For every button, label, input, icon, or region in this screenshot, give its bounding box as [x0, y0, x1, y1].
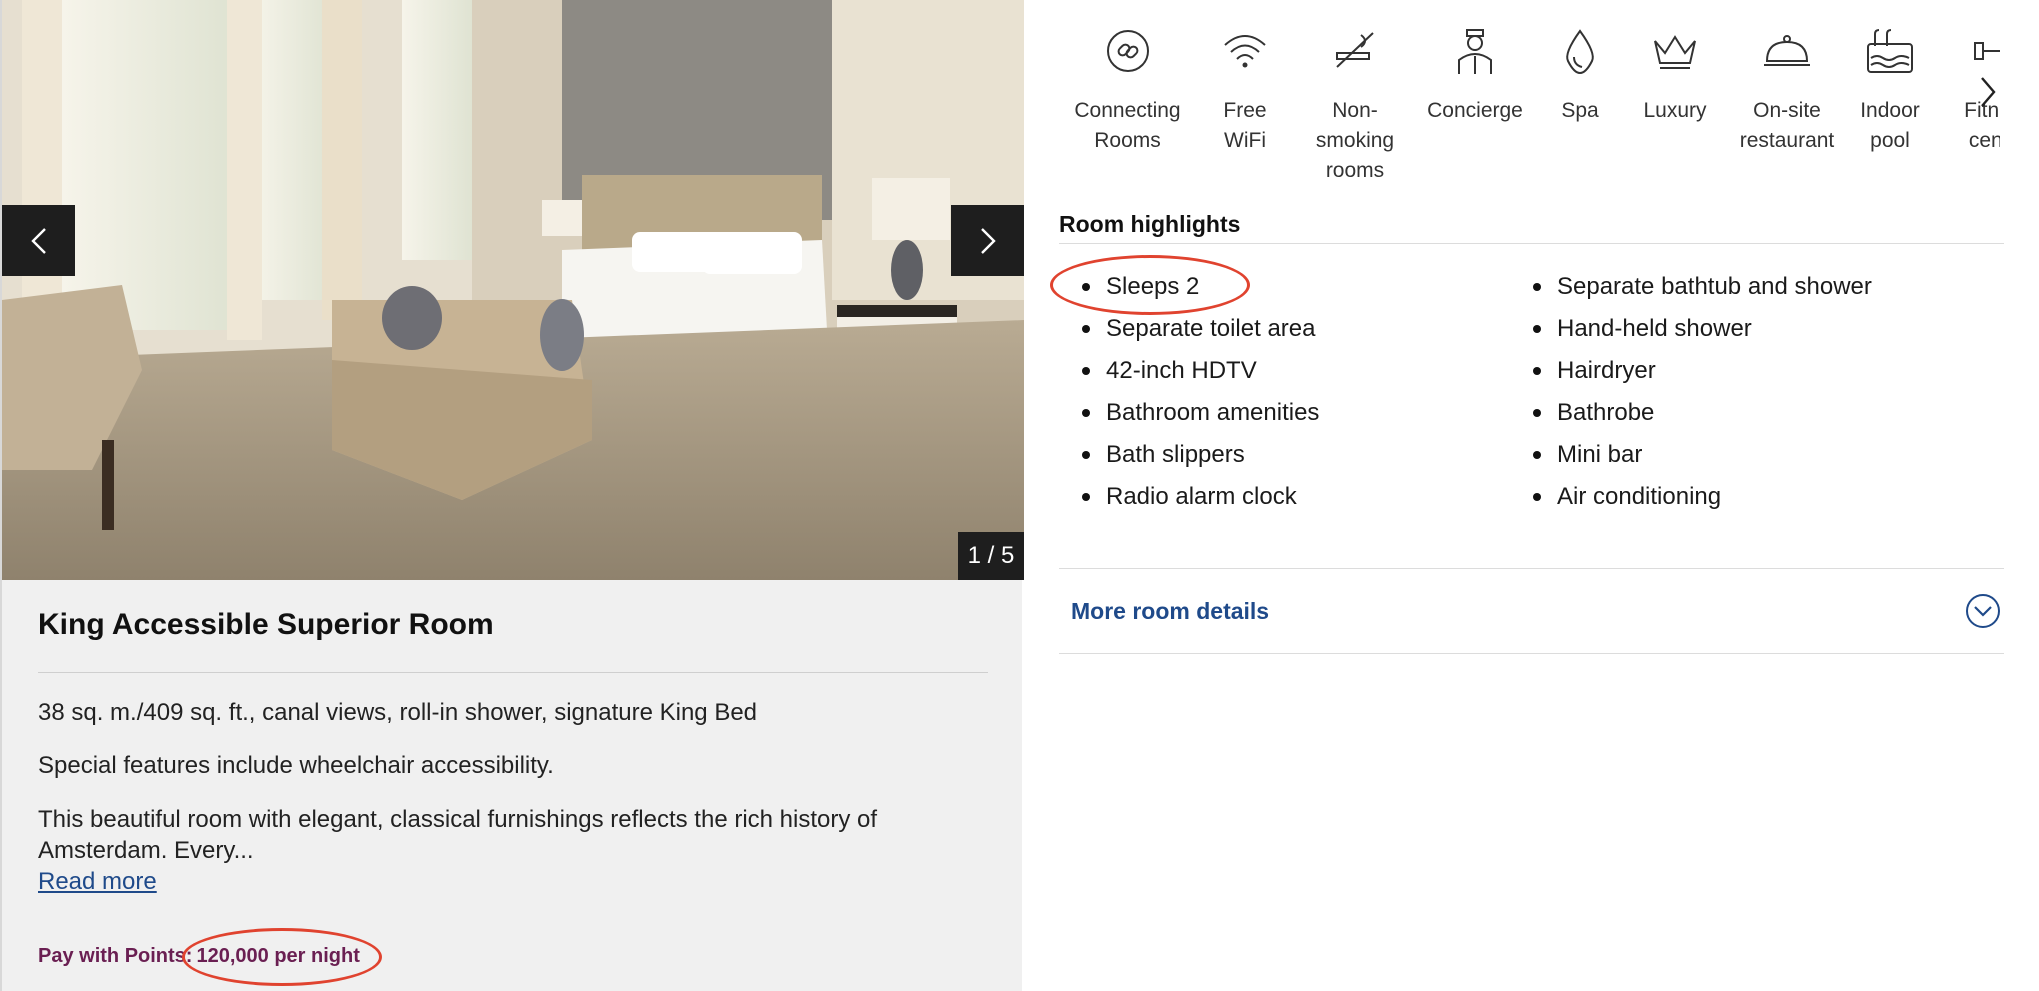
- highlight-item: Bathroom amenities: [1076, 396, 1319, 438]
- highlight-item: Separate bathtub and shower: [1527, 270, 1872, 312]
- room-title: King Accessible Superior Room: [38, 608, 494, 641]
- chevron-down-circle-icon: [1966, 594, 2000, 628]
- chevron-right-icon: [980, 227, 996, 254]
- luxury-crown-icon: [1654, 35, 1696, 69]
- amenity-label: Free WiFi: [1223, 99, 1267, 152]
- room-special-features: Special features include wheelchair acce…: [38, 752, 554, 779]
- highlight-item: Separate toilet area: [1076, 312, 1319, 354]
- highlight-item: Radio alarm clock: [1076, 480, 1319, 522]
- amenity-restaurant: On-site restaurant: [1732, 20, 1842, 156]
- chevron-left-icon: [30, 227, 46, 254]
- highlight-item: Hairdryer: [1527, 354, 1872, 396]
- indoor-pool-icon: [1867, 29, 1913, 73]
- spa-icon: [1566, 29, 1594, 75]
- gallery-counter: 1 / 5: [958, 532, 1024, 580]
- chevron-right-icon: [1981, 77, 1996, 107]
- amenity-luxury: Luxury: [1630, 20, 1720, 126]
- highlight-item: Bathrobe: [1527, 396, 1872, 438]
- gallery-next-button[interactable]: [951, 205, 1024, 276]
- highlights-list-right: Separate bathtub and shower Hand-held sh…: [1527, 270, 1872, 522]
- amenity-non-smoking: Non-smoking rooms: [1305, 20, 1405, 186]
- points-label: Pay with Points:: [38, 945, 193, 967]
- amenity-free-wifi: Free WiFi: [1210, 20, 1280, 156]
- amenity-indoor-pool: Indoor pool: [1850, 20, 1930, 156]
- amenity-connecting-rooms: Connecting Rooms: [1060, 20, 1195, 156]
- room-description: This beautiful room with elegant, classi…: [38, 806, 878, 864]
- amenity-concierge: Concierge: [1415, 20, 1535, 126]
- room-card: 1 / 5 King Accessible Superior Room 38 s…: [0, 0, 1024, 991]
- amenity-label: Non-smoking rooms: [1315, 99, 1395, 182]
- room-highlights-title: Room highlights: [1059, 211, 1241, 237]
- room-photo-image: [2, 0, 1024, 580]
- more-room-details-toggle[interactable]: More room details: [1059, 569, 2004, 653]
- concierge-icon: [1458, 29, 1492, 74]
- room-summary: 38 sq. m./409 sq. ft., canal views, roll…: [38, 699, 758, 726]
- restaurant-cloche-icon: [1764, 35, 1810, 66]
- amenity-label: Concierge: [1427, 99, 1523, 122]
- divider: [1059, 243, 2004, 244]
- connecting-rooms-icon: [1106, 30, 1149, 72]
- fitness-center-icon: [1974, 42, 2000, 60]
- highlight-item: Mini bar: [1527, 438, 1872, 480]
- gallery-prev-button[interactable]: [2, 205, 75, 276]
- amenity-label: On-site restaurant: [1739, 99, 1835, 152]
- amenity-spa: Spa: [1550, 20, 1610, 126]
- highlight-item: Hand-held shower: [1527, 312, 1872, 354]
- room-photo: 1 / 5: [2, 0, 1024, 580]
- amenity-label: Connecting Rooms: [1074, 99, 1181, 152]
- points-price: Pay with Points: 120,000 per night: [38, 945, 360, 968]
- highlight-item: Bath slippers: [1076, 438, 1319, 480]
- divider: [38, 672, 988, 673]
- amenity-label: Indoor pool: [1860, 99, 1920, 152]
- more-room-details-label: More room details: [1071, 597, 1270, 624]
- read-more-link[interactable]: Read more: [38, 868, 157, 896]
- highlight-item: Sleeps 2: [1076, 270, 1319, 312]
- points-value: 120,000 per night: [196, 945, 360, 967]
- divider: [1059, 653, 2004, 654]
- wifi-icon: [1224, 35, 1266, 68]
- highlights-list-left: Sleeps 2 Separate toilet area 42-inch HD…: [1076, 270, 1319, 522]
- amenity-label: Luxury: [1643, 99, 1707, 122]
- highlight-item: Air conditioning: [1527, 480, 1872, 522]
- no-smoking-icon: [1336, 32, 1374, 68]
- amenity-label: Spa: [1561, 99, 1599, 122]
- amenities-next-button[interactable]: [1968, 72, 2008, 112]
- amenities-carousel: Connecting Rooms Free WiFi Non-smoking r…: [1060, 20, 2000, 190]
- highlight-item: 42-inch HDTV: [1076, 354, 1319, 396]
